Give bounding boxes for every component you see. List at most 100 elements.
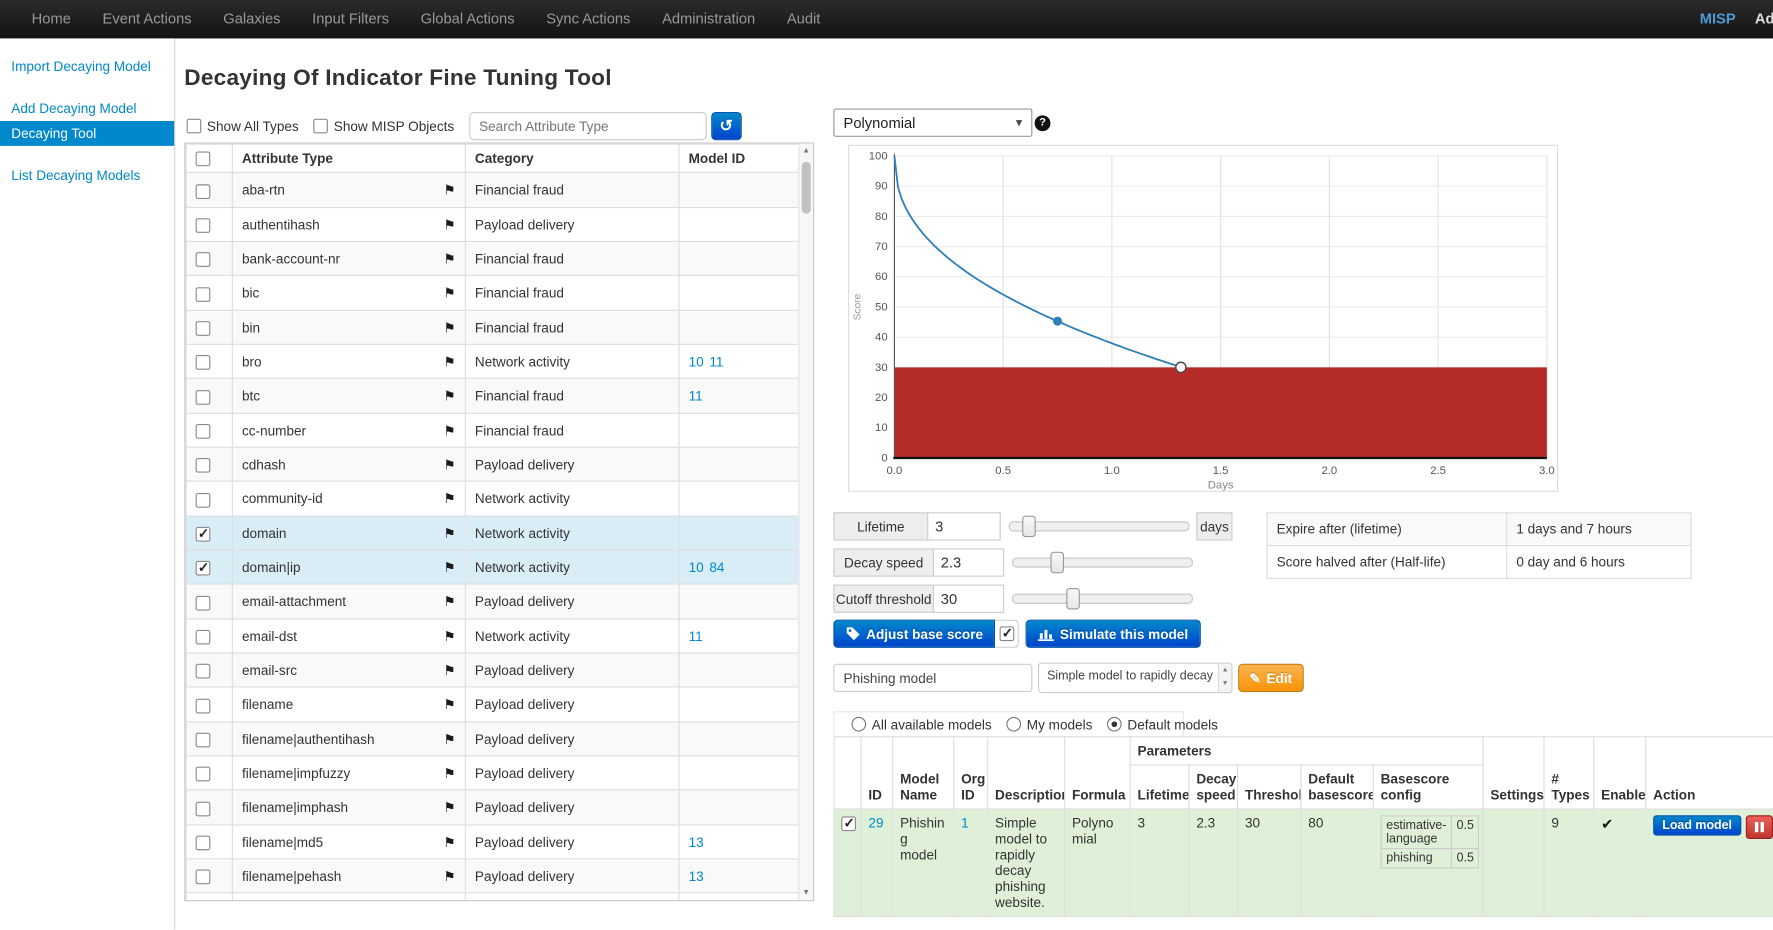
adjust-base-score-checkbox[interactable] xyxy=(999,626,1014,641)
sidebar-item-import-decaying-model[interactable]: Import Decaying Model xyxy=(0,54,174,79)
attribute-row[interactable]: ⚑domainNetwork activity xyxy=(186,516,801,550)
attribute-row[interactable]: ⚑cdhashPayload delivery xyxy=(186,447,801,481)
cutoff-threshold-slider-handle[interactable] xyxy=(1067,588,1081,609)
nav-item-administration[interactable]: Administration xyxy=(646,0,771,38)
attribute-row-checkbox[interactable] xyxy=(196,355,211,370)
attribute-row-checkbox[interactable] xyxy=(196,321,211,336)
scroll-up-icon[interactable]: ▲ xyxy=(799,144,813,159)
attribute-row[interactable]: ⚑filename|md5Payload delivery13 xyxy=(186,824,801,858)
lifetime-slider-handle[interactable] xyxy=(1022,516,1036,537)
decay-speed-slider-handle[interactable] xyxy=(1051,552,1065,573)
attribute-row-checkbox[interactable] xyxy=(196,287,211,302)
attribute-row[interactable]: ⚑bank-account-nrFinancial fraud xyxy=(186,241,801,275)
attribute-row-checkbox[interactable] xyxy=(196,595,211,610)
attribute-row[interactable]: ⚑filenamePayload delivery xyxy=(186,687,801,721)
nav-user-partial[interactable]: Ad xyxy=(1755,0,1773,38)
model-row[interactable]: 29 Phishing model 1 Simple model to rapi… xyxy=(834,809,1773,916)
attribute-row[interactable]: ⚑community-idNetwork activity xyxy=(186,481,801,515)
attribute-row[interactable]: ⚑domain|ipNetwork activity1084 xyxy=(186,550,801,584)
model-id-link[interactable]: 29 xyxy=(868,815,883,831)
decay-speed-slider[interactable] xyxy=(1012,557,1193,567)
radio-all-available-models[interactable] xyxy=(851,717,866,732)
pause-model-button[interactable] xyxy=(1746,815,1773,839)
cutoff-threshold-input[interactable] xyxy=(934,585,1004,613)
attribute-row-checkbox[interactable] xyxy=(196,390,211,405)
model-id-link[interactable]: 11 xyxy=(689,388,703,404)
show-all-types-checkbox[interactable] xyxy=(187,119,202,134)
model-id-link[interactable]: 13 xyxy=(689,834,704,850)
attribute-row-checkbox[interactable] xyxy=(196,218,211,233)
attribute-row-checkbox[interactable] xyxy=(196,801,211,816)
radio-my-models[interactable] xyxy=(1006,717,1021,732)
misp-brand-link[interactable]: MISP xyxy=(1700,0,1736,38)
model-id-link[interactable]: 11 xyxy=(709,354,723,370)
sidebar-item-add-decaying-model[interactable]: Add Decaying Model xyxy=(0,96,174,121)
attribute-row-checkbox[interactable] xyxy=(196,835,211,850)
attribute-row-checkbox[interactable] xyxy=(196,870,211,885)
model-id-link[interactable]: 10 xyxy=(689,354,704,370)
attribute-row-checkbox[interactable] xyxy=(196,698,211,713)
nav-item-audit[interactable]: Audit xyxy=(771,0,836,38)
attribute-row-checkbox[interactable] xyxy=(196,630,211,645)
attribute-row[interactable]: ⚑email-srcPayload delivery xyxy=(186,653,801,687)
show-misp-objects-checkbox[interactable] xyxy=(313,119,328,134)
scroll-up-icon[interactable]: ▲ xyxy=(1219,664,1231,678)
attribute-row-checkbox[interactable] xyxy=(196,664,211,679)
attribute-row[interactable]: ⚑cc-numberFinancial fraud xyxy=(186,413,801,447)
attribute-row[interactable]: ⚑email-dstNetwork activity11 xyxy=(186,619,801,653)
formula-select[interactable]: Polynomial ▾ xyxy=(833,109,1032,137)
attribute-row[interactable]: ⚑email-attachmentPayload delivery xyxy=(186,584,801,618)
nav-item-event-actions[interactable]: Event Actions xyxy=(87,0,208,38)
decay-speed-input[interactable] xyxy=(934,548,1004,576)
select-all-checkbox[interactable] xyxy=(196,152,211,167)
attribute-table-scrollbar[interactable]: ▲ ▼ xyxy=(798,144,813,900)
cutoff-threshold-slider[interactable] xyxy=(1012,594,1193,604)
model-id-link[interactable]: 11 xyxy=(689,628,703,644)
model-id-link[interactable]: 84 xyxy=(709,560,724,576)
sidebar-item-decaying-tool[interactable]: Decaying Tool xyxy=(0,121,174,146)
attribute-row[interactable]: ⚑aba-rtnFinancial fraud xyxy=(186,173,801,207)
scroll-down-icon[interactable]: ▼ xyxy=(799,885,813,900)
model-name-input[interactable] xyxy=(833,664,1032,692)
attribute-row-checkbox[interactable] xyxy=(196,253,211,268)
model-id-link[interactable]: 10 xyxy=(689,560,704,576)
scrollbar-thumb[interactable] xyxy=(802,162,811,214)
attribute-row[interactable]: ⚑filename|authentihashPayload delivery xyxy=(186,722,801,756)
refresh-button[interactable]: ↺ xyxy=(711,112,742,140)
nav-item-galaxies[interactable]: Galaxies xyxy=(207,0,296,38)
attribute-row[interactable]: ⚑filename|sha1Payload delivery13 xyxy=(186,893,801,901)
lifetime-input[interactable] xyxy=(928,512,1000,540)
lifetime-slider[interactable] xyxy=(1009,521,1190,531)
attribute-row[interactable]: ⚑bicFinancial fraud xyxy=(186,276,801,310)
attribute-row[interactable]: ⚑filename|pehashPayload delivery13 xyxy=(186,859,801,893)
simulate-model-button[interactable]: Simulate this model xyxy=(1026,620,1201,648)
model-row-checkbox[interactable] xyxy=(841,817,856,832)
adjust-base-score-button[interactable]: Adjust base score xyxy=(833,620,995,648)
attribute-row[interactable]: ⚑filename|impfuzzyPayload delivery xyxy=(186,756,801,790)
attribute-row-checkbox[interactable] xyxy=(196,767,211,782)
attribute-row[interactable]: ⚑btcFinancial fraud11 xyxy=(186,379,801,413)
nav-item-input-filters[interactable]: Input Filters xyxy=(296,0,404,38)
nav-item-home[interactable]: Home xyxy=(16,0,87,38)
model-description-textarea[interactable]: Simple model to rapidly decay ▲▼ xyxy=(1038,663,1232,694)
help-icon[interactable]: ? xyxy=(1035,115,1051,131)
edit-model-button[interactable]: ✎ Edit xyxy=(1238,664,1303,692)
attribute-row-checkbox[interactable] xyxy=(196,493,211,508)
sidebar-item-list-decaying-models[interactable]: List Decaying Models xyxy=(0,163,174,188)
search-attribute-input[interactable] xyxy=(469,112,706,140)
attribute-row[interactable]: ⚑broNetwork activity1011 xyxy=(186,344,801,378)
scroll-down-icon[interactable]: ▼ xyxy=(1219,677,1231,691)
attribute-row-checkbox[interactable] xyxy=(196,733,211,748)
attribute-row-checkbox[interactable] xyxy=(196,184,211,199)
textarea-scrollbar[interactable]: ▲▼ xyxy=(1218,664,1232,692)
load-model-button[interactable]: Load model xyxy=(1653,815,1741,835)
attribute-row[interactable]: ⚑filename|imphashPayload delivery xyxy=(186,790,801,824)
nav-item-global-actions[interactable]: Global Actions xyxy=(405,0,531,38)
attribute-row-checkbox[interactable] xyxy=(196,424,211,439)
attribute-row-checkbox[interactable] xyxy=(196,458,211,473)
nav-item-sync-actions[interactable]: Sync Actions xyxy=(530,0,646,38)
org-id-link[interactable]: 1 xyxy=(961,815,969,831)
attribute-row[interactable]: ⚑binFinancial fraud xyxy=(186,310,801,344)
radio-default-models[interactable] xyxy=(1107,717,1122,732)
attribute-row[interactable]: ⚑authentihashPayload delivery xyxy=(186,207,801,241)
